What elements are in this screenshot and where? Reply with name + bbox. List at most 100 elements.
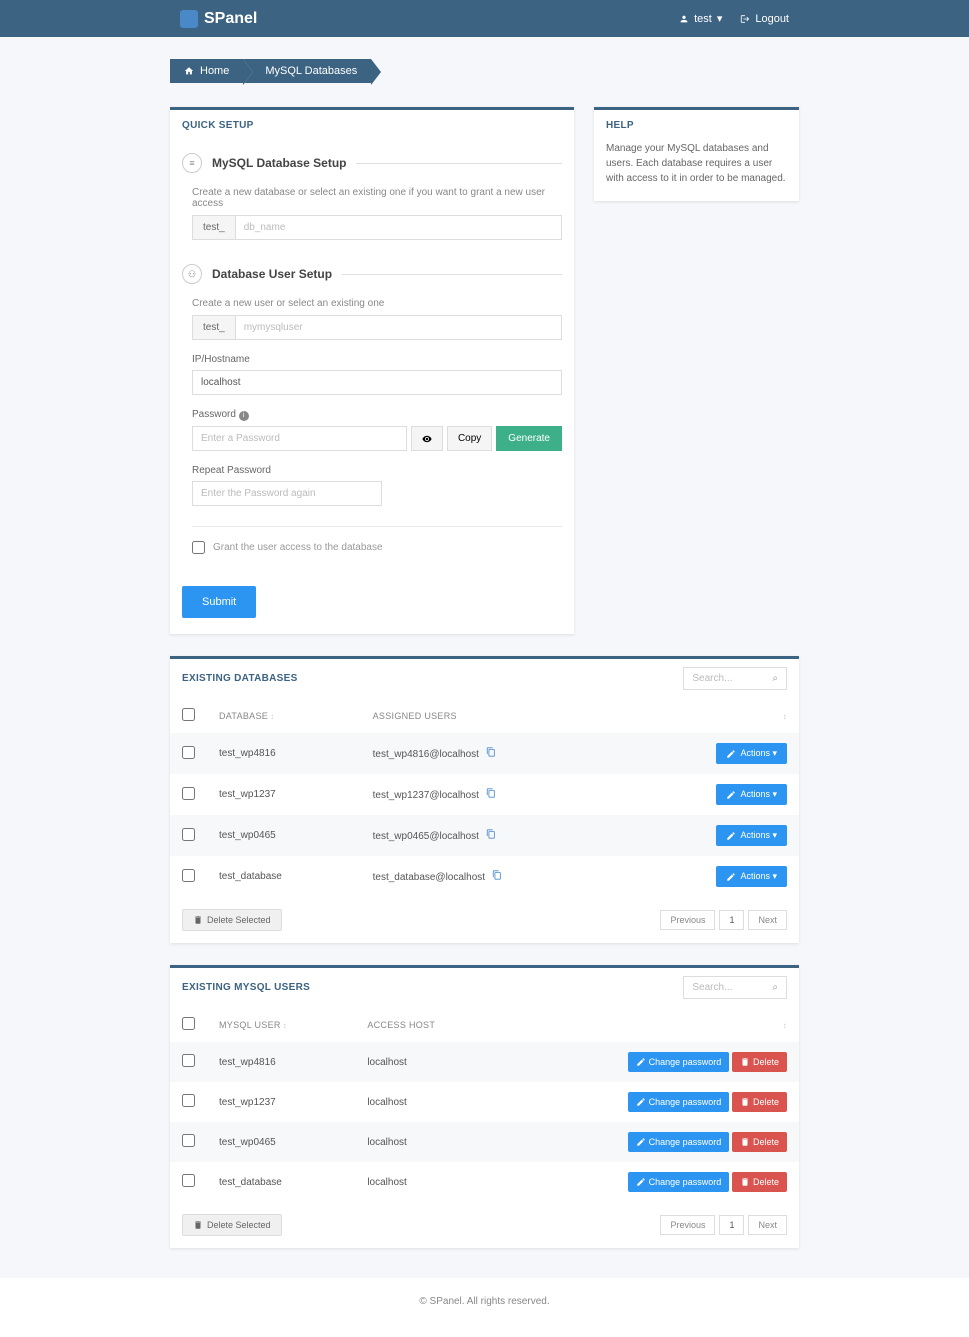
- db-row-checkbox[interactable]: [182, 787, 195, 800]
- access-host-cell: localhost: [355, 1042, 503, 1082]
- table-row: test_wp1237 test_wp1237@localhost Action…: [170, 774, 799, 815]
- db-name-cell: test_wp4816: [207, 733, 361, 774]
- ip-input[interactable]: [192, 370, 562, 395]
- ip-label: IP/Hostname: [192, 354, 562, 365]
- db-delete-selected[interactable]: Delete Selected: [182, 909, 282, 931]
- delete-button[interactable]: Delete: [732, 1172, 787, 1192]
- user-dropdown[interactable]: test ▾: [679, 12, 722, 25]
- table-row: test_wp0465 localhost Change password De…: [170, 1122, 799, 1162]
- databases-table: DATABASE↕ ASSIGNED USERS ↕ test_wp4816 t…: [170, 698, 799, 897]
- user-row-checkbox[interactable]: [182, 1094, 195, 1107]
- db-setup-title: MySQL Database Setup: [212, 156, 346, 170]
- user-row-checkbox[interactable]: [182, 1134, 195, 1147]
- sort-icon: ↕: [783, 712, 787, 721]
- sort-icon: ↕: [783, 1021, 787, 1030]
- copy-icon[interactable]: [492, 872, 502, 883]
- db-select-all[interactable]: [182, 708, 195, 721]
- actions-dropdown[interactable]: Actions ▾: [716, 866, 787, 887]
- delete-button[interactable]: Delete: [732, 1052, 787, 1072]
- col-assigned-users[interactable]: ASSIGNED USERS: [361, 698, 632, 733]
- table-row: test_database localhost Change password …: [170, 1162, 799, 1202]
- actions-dropdown[interactable]: Actions ▾: [716, 743, 787, 764]
- db-name-cell: test_wp1237: [207, 774, 361, 815]
- show-password-button[interactable]: [411, 426, 443, 451]
- table-row: test_wp0465 test_wp0465@localhost Action…: [170, 815, 799, 856]
- breadcrumb: Home MySQL Databases: [170, 59, 799, 83]
- user-page-1[interactable]: 1: [719, 1215, 744, 1235]
- copy-icon[interactable]: [486, 749, 496, 760]
- db-user-input[interactable]: [235, 315, 562, 340]
- db-search-input[interactable]: [684, 668, 764, 689]
- db-prev-page[interactable]: Previous: [660, 910, 715, 930]
- password-input[interactable]: [192, 426, 407, 451]
- breadcrumb-home[interactable]: Home: [170, 59, 243, 83]
- submit-button[interactable]: Submit: [182, 586, 256, 618]
- generate-password-button[interactable]: Generate: [496, 426, 562, 451]
- user-search-input[interactable]: [684, 977, 764, 998]
- user-row-checkbox[interactable]: [182, 1054, 195, 1067]
- chevron-down-icon: ▾: [717, 12, 723, 25]
- help-text: Manage your MySQL databases and users. E…: [594, 141, 799, 201]
- copy-icon[interactable]: [486, 790, 496, 801]
- user-next-page[interactable]: Next: [748, 1215, 787, 1235]
- logout-icon: [740, 14, 750, 24]
- user-desc: Create a new user or select an existing …: [192, 298, 562, 309]
- table-row: test_wp4816 test_wp4816@localhost Action…: [170, 733, 799, 774]
- repeat-password-input[interactable]: [192, 481, 382, 506]
- access-host-cell: localhost: [355, 1082, 503, 1122]
- grant-access-checkbox[interactable]: [192, 541, 205, 554]
- actions-dropdown[interactable]: Actions ▾: [716, 784, 787, 805]
- users-table: MYSQL USER↕ ACCESS HOST ↕ test_wp4816 lo…: [170, 1007, 799, 1202]
- col-access-host[interactable]: ACCESS HOST: [355, 1007, 503, 1042]
- assigned-user-cell: test_wp1237@localhost: [361, 774, 632, 815]
- delete-button[interactable]: Delete: [732, 1132, 787, 1152]
- db-name-input[interactable]: [235, 215, 562, 240]
- delete-button[interactable]: Delete: [732, 1092, 787, 1112]
- col-mysql-user[interactable]: MYSQL USER↕: [207, 1007, 355, 1042]
- sort-icon: ↕: [283, 1021, 287, 1030]
- db-page-1[interactable]: 1: [719, 910, 744, 930]
- db-next-page[interactable]: Next: [748, 910, 787, 930]
- existing-users-title: EXISTING MYSQL USERS: [182, 982, 310, 993]
- user-row-checkbox[interactable]: [182, 1174, 195, 1187]
- user-prev-page[interactable]: Previous: [660, 1215, 715, 1235]
- logo-icon: [180, 10, 198, 28]
- top-header: SPanel test ▾ Logout: [0, 0, 969, 37]
- info-icon[interactable]: i: [239, 411, 249, 421]
- breadcrumb-current[interactable]: MySQL Databases: [243, 59, 371, 83]
- home-icon: [184, 66, 194, 76]
- search-icon[interactable]: ⌕: [764, 668, 786, 689]
- user-delete-selected[interactable]: Delete Selected: [182, 1214, 282, 1236]
- trash-icon: [193, 915, 203, 925]
- change-password-button[interactable]: Change password: [628, 1092, 730, 1112]
- actions-dropdown[interactable]: Actions ▾: [716, 825, 787, 846]
- brand-logo[interactable]: SPanel: [180, 10, 257, 28]
- search-icon[interactable]: ⌕: [764, 977, 786, 998]
- db-row-checkbox[interactable]: [182, 828, 195, 841]
- db-row-checkbox[interactable]: [182, 746, 195, 759]
- user-search-box: ⌕: [683, 976, 787, 999]
- logout-link[interactable]: Logout: [740, 13, 789, 25]
- user-icon: [679, 14, 689, 24]
- user-name-cell: test_wp1237: [207, 1082, 355, 1122]
- user-name-cell: test_wp4816: [207, 1042, 355, 1082]
- change-password-button[interactable]: Change password: [628, 1052, 730, 1072]
- copy-password-button[interactable]: Copy: [447, 426, 492, 451]
- db-name-cell: test_database: [207, 856, 361, 897]
- db-prefix: test_: [192, 215, 235, 240]
- existing-users-card: EXISTING MYSQL USERS ⌕ MYSQL USER↕ ACCES…: [170, 965, 799, 1248]
- page-footer: © SPanel. All rights reserved.: [0, 1278, 969, 1337]
- col-database[interactable]: DATABASE↕: [207, 698, 361, 733]
- change-password-button[interactable]: Change password: [628, 1172, 730, 1192]
- brand-text: SPanel: [204, 10, 257, 28]
- change-password-button[interactable]: Change password: [628, 1132, 730, 1152]
- table-row: test_database test_database@localhost Ac…: [170, 856, 799, 897]
- table-row: test_wp4816 localhost Change password De…: [170, 1042, 799, 1082]
- trash-icon: [193, 1220, 203, 1230]
- user-name-cell: test_wp0465: [207, 1122, 355, 1162]
- access-host-cell: localhost: [355, 1162, 503, 1202]
- db-row-checkbox[interactable]: [182, 869, 195, 882]
- copy-icon[interactable]: [486, 831, 496, 842]
- db-desc: Create a new database or select an exist…: [192, 187, 562, 209]
- user-setup-icon: ⚇: [182, 264, 202, 284]
